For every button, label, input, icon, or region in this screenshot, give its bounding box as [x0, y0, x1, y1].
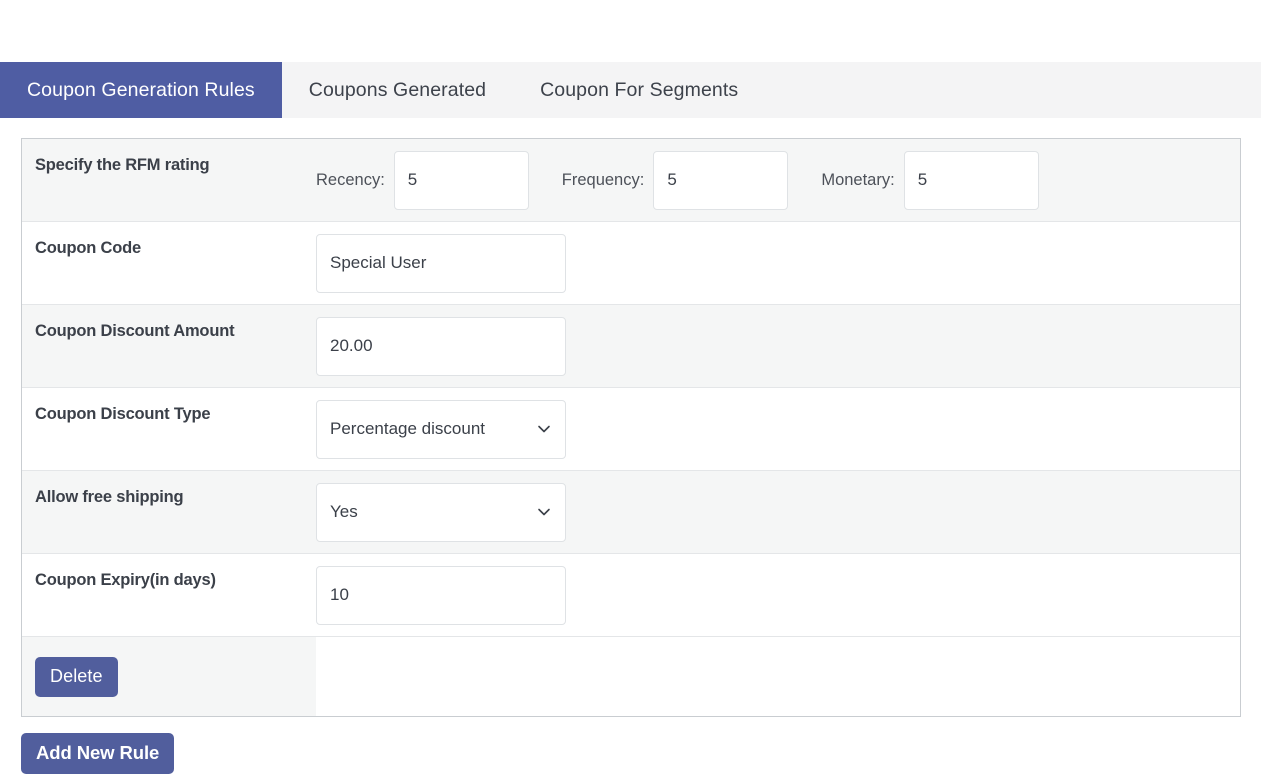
allow-free-shipping-select[interactable]: Yes [316, 483, 566, 542]
tab-label: Coupon For Segments [540, 79, 738, 102]
add-new-rule-button[interactable]: Add New Rule [21, 733, 174, 774]
tab-label: Coupon Generation Rules [27, 79, 255, 102]
frequency-label: Frequency: [562, 171, 645, 190]
coupon-discount-amount-input[interactable] [316, 317, 566, 376]
coupon-expiry-label: Coupon Expiry(in days) [22, 554, 316, 636]
row-coupon-expiry: Coupon Expiry(in days) [22, 554, 1240, 637]
frequency-input[interactable] [653, 151, 788, 210]
coupon-discount-type-label: Coupon Discount Type [22, 388, 316, 470]
coupon-discount-amount-field [316, 305, 1240, 387]
rfm-rating-label: Specify the RFM rating [22, 139, 316, 221]
tab-coupons-generated[interactable]: Coupons Generated [282, 62, 513, 118]
coupon-code-input[interactable] [316, 234, 566, 293]
row-rfm-rating: Specify the RFM rating Recency: Frequenc… [22, 139, 1240, 222]
coupon-expiry-input[interactable] [316, 566, 566, 625]
delete-button[interactable]: Delete [35, 657, 118, 697]
coupon-expiry-field [316, 554, 1240, 636]
coupon-code-field [316, 222, 1240, 304]
rfm-frequency-group: Frequency: [562, 151, 789, 210]
coupon-rule-table: Specify the RFM rating Recency: Frequenc… [21, 138, 1241, 717]
delete-row-filler [316, 637, 1240, 716]
tab-bar: Coupon Generation Rules Coupons Generate… [0, 62, 1261, 118]
tab-coupon-generation-rules[interactable]: Coupon Generation Rules [0, 62, 282, 118]
row-allow-free-shipping: Allow free shipping Yes [22, 471, 1240, 554]
allow-free-shipping-label: Allow free shipping [22, 471, 316, 553]
row-coupon-code: Coupon Code [22, 222, 1240, 305]
tab-label: Coupons Generated [309, 79, 486, 102]
row-delete-action: Delete [22, 637, 1240, 716]
coupon-discount-amount-label: Coupon Discount Amount [22, 305, 316, 387]
allow-free-shipping-value: Yes [330, 502, 358, 522]
coupon-discount-type-select[interactable]: Percentage discount [316, 400, 566, 459]
recency-input[interactable] [394, 151, 529, 210]
row-coupon-discount-type: Coupon Discount Type Percentage discount [22, 388, 1240, 471]
coupon-discount-type-value: Percentage discount [330, 419, 485, 439]
monetary-label: Monetary: [821, 171, 894, 190]
allow-free-shipping-field: Yes [316, 471, 1240, 553]
rfm-rating-fields: Recency: Frequency: Monetary: [316, 139, 1240, 221]
monetary-input[interactable] [904, 151, 1039, 210]
tab-coupon-for-segments[interactable]: Coupon For Segments [513, 62, 765, 118]
coupon-code-label: Coupon Code [22, 222, 316, 304]
row-coupon-discount-amount: Coupon Discount Amount [22, 305, 1240, 388]
rfm-recency-group: Recency: [316, 151, 529, 210]
recency-label: Recency: [316, 171, 385, 190]
delete-cell: Delete [22, 637, 316, 716]
rfm-monetary-group: Monetary: [821, 151, 1038, 210]
coupon-discount-type-field: Percentage discount [316, 388, 1240, 470]
